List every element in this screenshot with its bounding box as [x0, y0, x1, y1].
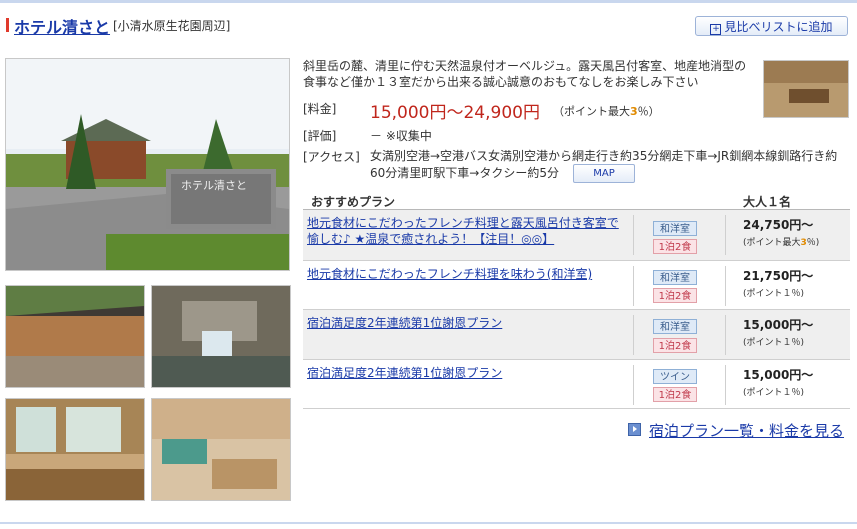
- divider: [725, 315, 726, 355]
- plan-price: 15,000円～: [743, 368, 814, 382]
- hotel-description: 斜里岳の麓、清里に佇む天然温泉付オーベルジュ。露天風呂付客室、地産地消型の食事な…: [303, 59, 747, 89]
- gallery-photo-1[interactable]: [5, 285, 145, 388]
- view-all-plans-label: 宿泊プラン一覧・料金を見る: [649, 422, 845, 440]
- plan-price: 15,000円～: [743, 318, 814, 332]
- points-text: (ポイント最大: [743, 238, 801, 248]
- plan-points: (ポイント１％): [743, 335, 804, 348]
- points-text: (ポイント１％): [743, 338, 805, 348]
- price-point-note: （ポイント最大3％）: [553, 103, 660, 119]
- meal-badge: 1泊2食: [653, 288, 697, 303]
- room-type-badge: 和洋室: [653, 319, 697, 334]
- points-text: (ポイント１％): [743, 388, 805, 398]
- room-type-badge: ツイン: [653, 369, 697, 384]
- plan-row: 宿泊満足度2年連続第1位謝恩プラン 和洋室 1泊2食 15,000円～ (ポイン…: [303, 310, 850, 360]
- plan-row: 宿泊満足度2年連続第1位謝恩プラン ツイン 1泊2食 15,000円～ (ポイン…: [303, 360, 850, 409]
- top-divider: [0, 0, 857, 3]
- plan-name-link[interactable]: 宿泊満足度2年連続第1位謝恩プラン: [307, 365, 627, 381]
- plan-row: 地元食材にこだわったフレンチ料理を味わう(和洋室) 和洋室 1泊2食 21,75…: [303, 261, 850, 310]
- room-type-badge: 和洋室: [653, 221, 697, 236]
- plan-name-link[interactable]: 地元食材にこだわったフレンチ料理と露天風呂付き客室で愉しむ♪ ★温泉で癒されよう…: [307, 215, 627, 247]
- add-to-compare-button[interactable]: + 見比べリストに追加: [695, 16, 848, 36]
- plan-points: (ポイント最大3％): [743, 235, 819, 248]
- plan-table-header: おすすめプラン 大人１名: [303, 190, 850, 210]
- rating-label: [評価]: [303, 129, 337, 143]
- point-note-prefix: （ポイント最大: [553, 105, 630, 118]
- description-thumbnail[interactable]: [763, 60, 849, 118]
- access-label: [アクセス]: [303, 150, 360, 164]
- bottom-divider: [0, 522, 857, 524]
- meal-badge: 1泊2食: [653, 239, 697, 254]
- divider: [725, 215, 726, 255]
- divider: [633, 215, 634, 255]
- price-label: [料金]: [303, 102, 337, 116]
- gallery-photo-3[interactable]: [5, 398, 145, 501]
- divider: [633, 315, 634, 355]
- access-info: 女満別空港→空港バス女満別空港から網走行き約35分網走下車→JR釧網本線釧路行き…: [370, 148, 845, 183]
- points-suffix: ％): [806, 238, 820, 248]
- compare-label: 見比べリストに追加: [724, 20, 833, 34]
- plan-name-link[interactable]: 地元食材にこだわったフレンチ料理を味わう(和洋室): [307, 266, 627, 282]
- plan-price: 21,750円～: [743, 269, 814, 283]
- svg-text:ホテル清さと: ホテル清さと: [181, 179, 247, 192]
- meal-badge: 1泊2食: [653, 338, 697, 353]
- col-plan-header: おすすめプラン: [311, 195, 396, 209]
- gallery-photo-2[interactable]: [151, 285, 291, 388]
- rating-value: － ※収集中: [370, 129, 432, 143]
- divider: [633, 266, 634, 306]
- arrow-right-icon: [628, 423, 641, 436]
- points-text: (ポイント１％): [743, 289, 805, 299]
- col-price-header: 大人１名: [743, 195, 792, 209]
- divider: [725, 266, 726, 306]
- divider: [633, 365, 634, 405]
- map-button[interactable]: MAP: [572, 164, 635, 183]
- hotel-area: [小清水原生花園周辺]: [113, 19, 231, 33]
- point-note-suffix: ％）: [637, 105, 660, 118]
- plus-icon: +: [710, 24, 722, 35]
- plan-row: 地元食材にこだわったフレンチ料理と露天風呂付き客室で愉しむ♪ ★温泉で癒されよう…: [303, 210, 850, 261]
- title-marker: [6, 18, 9, 32]
- plan-price: 24,750円～: [743, 218, 814, 232]
- plan-points: (ポイント１％): [743, 385, 804, 398]
- view-all-plans-link[interactable]: 宿泊プラン一覧・料金を見る: [628, 420, 844, 441]
- plan-name-link[interactable]: 宿泊満足度2年連続第1位謝恩プラン: [307, 315, 627, 331]
- price-value: 15,000円～24,900円: [370, 103, 540, 123]
- point-rate: 3: [630, 105, 638, 118]
- meal-badge: 1泊2食: [653, 387, 697, 402]
- hotel-name-link[interactable]: ホテル清さと: [14, 14, 110, 38]
- gallery-photo-4[interactable]: [151, 398, 291, 501]
- plan-points: (ポイント１％): [743, 286, 804, 299]
- room-type-badge: 和洋室: [653, 270, 697, 285]
- main-photo[interactable]: ホテル清さと: [5, 58, 290, 271]
- divider: [725, 365, 726, 405]
